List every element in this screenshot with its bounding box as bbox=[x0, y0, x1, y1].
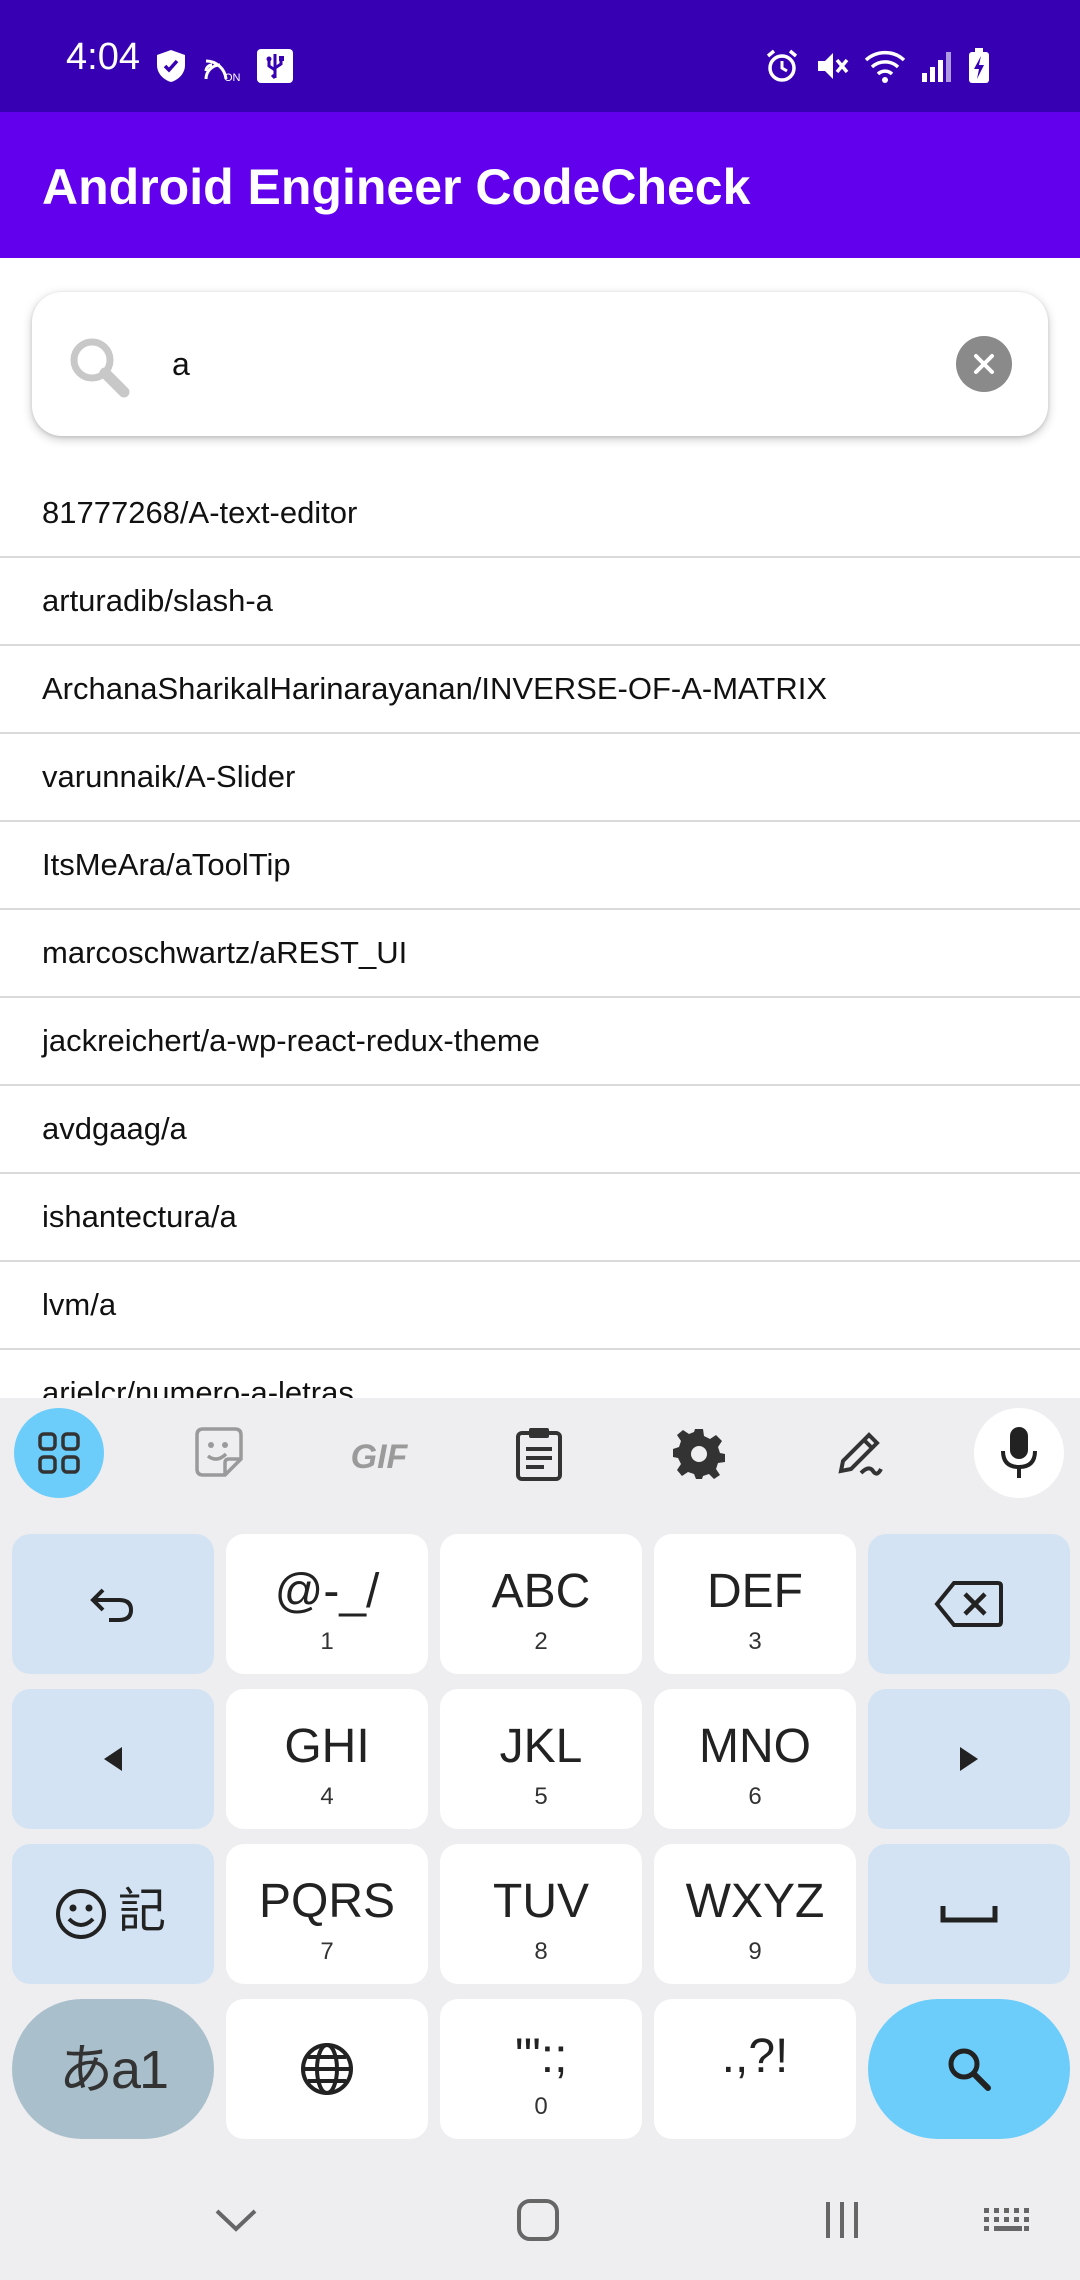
signal-icon bbox=[920, 49, 954, 83]
input-mode-key[interactable]: あa1 bbox=[12, 1999, 214, 2139]
sticker-button[interactable] bbox=[174, 1408, 264, 1498]
punctuation-key[interactable]: '":; 0 bbox=[440, 1999, 642, 2139]
nfc-on-icon: ON bbox=[202, 49, 242, 83]
search-icon bbox=[948, 2048, 991, 2091]
cursor-left-key[interactable] bbox=[12, 1689, 214, 1829]
emoji-kanji-key[interactable]: 記 bbox=[12, 1844, 214, 1984]
handwriting-icon bbox=[838, 1432, 883, 1476]
home-icon bbox=[517, 2199, 559, 2241]
close-icon bbox=[974, 354, 994, 374]
usb-icon bbox=[256, 48, 294, 84]
app-title: Android Engineer CodeCheck bbox=[42, 159, 751, 215]
apps-button[interactable] bbox=[14, 1408, 104, 1498]
status-bar: 4:04 ON bbox=[0, 0, 1080, 112]
sticker-icon bbox=[195, 1427, 243, 1477]
kanji-label: 記 bbox=[118, 1885, 167, 1938]
search-icon bbox=[60, 328, 140, 413]
backspace-key[interactable] bbox=[868, 1534, 1070, 1674]
handwriting-button[interactable] bbox=[814, 1408, 904, 1498]
symbols-key[interactable]: @-_/ 1 bbox=[226, 1534, 428, 1674]
alarm-icon bbox=[764, 48, 800, 84]
globe-icon bbox=[301, 2043, 353, 2095]
app-bar: Android Engineer CodeCheck bbox=[0, 112, 1080, 258]
list-item[interactable]: lvm/a bbox=[0, 1262, 1080, 1350]
clear-search-button[interactable] bbox=[956, 336, 1012, 392]
chevron-down-icon bbox=[215, 2209, 257, 2232]
pqrs-key[interactable]: PQRS 7 bbox=[226, 1844, 428, 1984]
list-item[interactable]: marcoschwartz/aREST_UI bbox=[0, 910, 1080, 998]
back-button[interactable] bbox=[206, 2190, 266, 2250]
repository-list[interactable]: 81777268/A-text-editor arturadib/slash-a… bbox=[0, 470, 1080, 1398]
list-item[interactable]: jackreichert/a-wp-react-redux-theme bbox=[0, 998, 1080, 1086]
mno-key[interactable]: MNO 6 bbox=[654, 1689, 856, 1829]
gif-button[interactable]: GIF bbox=[334, 1408, 424, 1498]
keyboard-icon bbox=[984, 2208, 1029, 2231]
list-item[interactable]: ishantectura/a bbox=[0, 1174, 1080, 1262]
search-action-key[interactable] bbox=[868, 1999, 1070, 2139]
language-key[interactable] bbox=[226, 1999, 428, 2139]
punctuation2-key[interactable]: .,?! bbox=[654, 1999, 856, 2139]
settings-button[interactable] bbox=[654, 1408, 744, 1498]
svg-text:ON: ON bbox=[224, 72, 241, 83]
clipboard-icon bbox=[516, 1428, 562, 1481]
keyboard-toggle-button[interactable] bbox=[978, 2190, 1038, 2250]
battery-charging-icon bbox=[968, 48, 990, 84]
status-time: 4:04 bbox=[66, 36, 140, 78]
recents-button[interactable] bbox=[812, 2190, 872, 2250]
clipboard-button[interactable] bbox=[494, 1408, 584, 1498]
arrow-right-icon bbox=[960, 1747, 978, 1771]
ghi-key[interactable]: GHI 4 bbox=[226, 1689, 428, 1829]
shield-check-icon bbox=[154, 48, 188, 84]
cursor-right-key[interactable] bbox=[868, 1689, 1070, 1829]
voice-input-button[interactable] bbox=[974, 1408, 1064, 1498]
space-key[interactable] bbox=[868, 1844, 1070, 1984]
undo-key[interactable] bbox=[12, 1534, 214, 1674]
arrow-left-icon bbox=[104, 1747, 122, 1771]
gif-icon: GIF bbox=[350, 1438, 408, 1476]
keyboard: GIF @-_/ 1 ABC 2 DEF 3 GHI 4 JKL 5 MNO 6… bbox=[0, 1398, 1080, 2280]
backspace-icon bbox=[934, 1581, 1003, 1627]
list-item[interactable]: ArchanaSharikalHarinarayanan/INVERSE-OF-… bbox=[0, 646, 1080, 734]
list-item[interactable]: arielcr/numero-a-letras bbox=[0, 1350, 1080, 1398]
navigation-bar bbox=[0, 2160, 1080, 2280]
home-button[interactable] bbox=[508, 2190, 568, 2250]
list-item[interactable]: ItsMeAra/aToolTip bbox=[0, 822, 1080, 910]
wifi-icon bbox=[864, 48, 906, 84]
jkl-key[interactable]: JKL 5 bbox=[440, 1689, 642, 1829]
list-item[interactable]: avdgaag/a bbox=[0, 1086, 1080, 1174]
mute-icon bbox=[814, 48, 850, 84]
space-icon bbox=[940, 1906, 998, 1923]
recents-icon bbox=[826, 2202, 858, 2238]
undo-icon bbox=[90, 1588, 134, 1622]
tuv-key[interactable]: TUV 8 bbox=[440, 1844, 642, 1984]
list-item[interactable]: varunnaik/A-Slider bbox=[0, 734, 1080, 822]
search-bar bbox=[32, 292, 1048, 436]
mic-icon bbox=[1001, 1427, 1037, 1478]
abc-key[interactable]: ABC 2 bbox=[440, 1534, 642, 1674]
gear-icon bbox=[673, 1429, 725, 1479]
wxyz-key[interactable]: WXYZ 9 bbox=[654, 1844, 856, 1984]
keyboard-toolbar: GIF bbox=[0, 1398, 1080, 1508]
def-key[interactable]: DEF 3 bbox=[654, 1534, 856, 1674]
emoji-icon bbox=[55, 1889, 106, 1939]
list-item[interactable]: 81777268/A-text-editor bbox=[0, 470, 1080, 558]
list-item[interactable]: arturadib/slash-a bbox=[0, 558, 1080, 646]
search-input[interactable] bbox=[172, 332, 932, 396]
apps-icon bbox=[38, 1432, 80, 1474]
